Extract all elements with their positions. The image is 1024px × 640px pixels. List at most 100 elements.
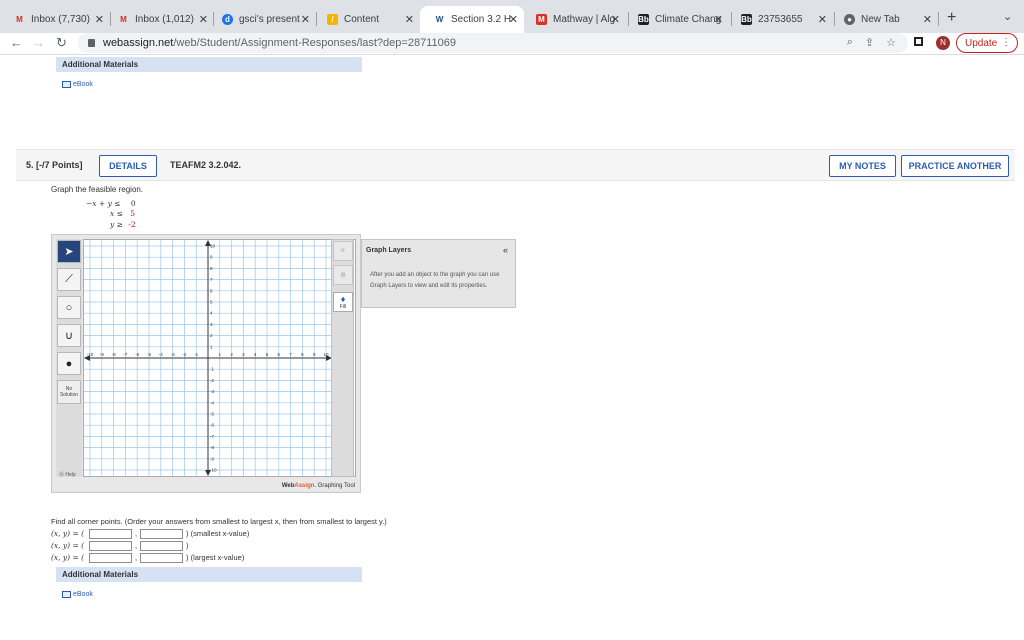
share-icon[interactable]: ⇪	[865, 36, 874, 49]
lock-icon	[88, 39, 95, 47]
webassign-icon: W	[435, 15, 444, 24]
question-prompt: Graph the feasible region.	[51, 185, 144, 194]
delete-button[interactable]: ▥	[333, 265, 353, 285]
details-button[interactable]: DETAILS	[99, 155, 157, 177]
tab-23753655[interactable]: Bb 23753655 ✕	[727, 6, 833, 33]
tab-new-tab[interactable]: ● New Tab ✕	[830, 6, 938, 33]
x-tick-label: 5	[266, 352, 269, 357]
x-tick-label: -8	[112, 352, 116, 357]
ebook-link[interactable]: eBook	[62, 81, 93, 88]
tab-climate[interactable]: Bb Climate Chang ✕	[624, 6, 729, 33]
book-icon	[62, 591, 71, 598]
additional-materials-header: Additional Materials	[56, 567, 362, 582]
corner-point-row: (x, y) = ( , )	[51, 540, 189, 551]
tab-search-icon[interactable]: ⌄	[1003, 10, 1012, 23]
corner-point-2-x-input[interactable]	[89, 540, 132, 551]
x-tick-label: -5	[147, 352, 151, 357]
tab-section-3-2[interactable]: W Section 3.2 H ✕	[420, 6, 524, 33]
close-icon[interactable]: ✕	[818, 13, 827, 26]
close-icon[interactable]: ✕	[301, 13, 310, 26]
question-code: TEAFM2 3.2.042.	[170, 160, 242, 170]
update-button[interactable]: Update ⋮	[956, 33, 1018, 53]
fill-button[interactable]: ♦ Fill	[333, 292, 353, 312]
help-link[interactable]: ⓪ Help	[59, 471, 76, 478]
graphing-tool: ➤ ⟋ ○ ∪ ● No Solution ⓪ Help -10 -9 -8 -7 -6…	[51, 234, 361, 493]
circle-icon: ○	[65, 301, 73, 314]
cursor-icon: ➤	[64, 246, 74, 258]
new-tab-button[interactable]: +	[947, 9, 956, 27]
blackboard-icon: Bb	[741, 14, 752, 25]
close-icon[interactable]: ✕	[95, 13, 104, 26]
ebook-link[interactable]: eBook	[62, 591, 93, 598]
book-icon	[62, 81, 71, 88]
tab-mathway[interactable]: M Mathway | Alg ✕	[522, 6, 626, 33]
graph-layers-title: Graph Layers	[366, 247, 412, 254]
zoom-icon[interactable]: ⌕	[847, 36, 853, 49]
y-tick-label: -6	[210, 423, 214, 428]
practice-another-button[interactable]: PRACTICE ANOTHER	[901, 155, 1009, 177]
forward-icon[interactable]: →	[32, 35, 45, 50]
graph-layers-help-text: After you add an object to the graph you…	[370, 272, 500, 289]
address-bar[interactable]: webassign.net/web/Student/Assignment-Res…	[78, 33, 908, 53]
question-header: 5. [-/7 Points] DETAILS TEAFM2 3.2.042. …	[16, 149, 1015, 181]
parabola-tool-button[interactable]: ∪	[57, 324, 81, 347]
point-tool-button[interactable]: ●	[57, 352, 81, 375]
tab-gsci[interactable]: d gsci's present ✕	[208, 6, 316, 33]
corner-point-1-x-input[interactable]	[89, 528, 132, 539]
collapse-icon[interactable]: «	[503, 245, 508, 255]
my-notes-button[interactable]: MY NOTES	[829, 155, 896, 177]
y-tick-label: -2	[210, 378, 214, 383]
coordinate-grid: -10 -9 -8 -7 -6 -5 -4 -3 -2 -1 1 2 3 4 5 6 7 8 9 1010987654…	[84, 240, 332, 476]
clear-all-button[interactable]: ⟳	[333, 241, 353, 261]
y-tick-label: -4	[210, 400, 214, 405]
close-icon[interactable]: ✕	[199, 13, 208, 26]
y-tick-label: -9	[210, 456, 214, 461]
pointer-tool-button[interactable]: ➤	[57, 240, 81, 263]
gsci-icon: d	[222, 14, 233, 25]
bookmark-star-icon[interactable]: ☆	[886, 36, 896, 49]
y-tick-label: -10	[210, 468, 217, 473]
reload-icon[interactable]: ↻	[56, 35, 67, 51]
browser-tab-bar: M Inbox (7,730) ✕ M Inbox (1,012) ✕ d gs…	[0, 0, 1024, 33]
y-tick-label: -1	[210, 367, 214, 372]
tool-palette: ➤ ⟋ ○ ∪ ● No Solution ⓪ Help	[56, 239, 82, 478]
y-tick-label: 10	[210, 244, 216, 249]
x-tick-label: 6	[278, 352, 281, 357]
corner-point-3-x-input[interactable]	[89, 552, 132, 563]
corner-point-3-y-input[interactable]	[140, 552, 183, 563]
line-tool-button[interactable]: ⟋	[57, 268, 81, 291]
chrome-icon: ●	[844, 14, 855, 25]
avatar[interactable]: N	[936, 36, 950, 50]
gmail-icon: M	[120, 15, 127, 24]
corner-point-2-y-input[interactable]	[140, 540, 183, 551]
corner-point-1-y-input[interactable]	[140, 528, 183, 539]
mathway-icon: M	[536, 14, 547, 25]
question-number: 5. [-/7 Points]	[26, 160, 83, 170]
sidepanel-icon[interactable]	[914, 37, 923, 46]
tab-inbox-2[interactable]: M Inbox (1,012) ✕	[104, 6, 214, 33]
x-tick-label: 9	[313, 352, 316, 357]
x-tick-label: -9	[100, 352, 104, 357]
point-icon: ●	[65, 357, 73, 370]
tab-content[interactable]: / Content ✕	[313, 6, 420, 33]
gmail-icon: M	[16, 15, 23, 24]
x-tick-label: -3	[171, 352, 175, 357]
back-icon[interactable]: ←	[10, 35, 23, 50]
y-tick-label: -5	[210, 412, 214, 417]
x-tick-label: 1	[219, 352, 222, 357]
close-icon[interactable]: ✕	[923, 13, 932, 26]
no-solution-button[interactable]: No Solution	[57, 380, 81, 404]
x-tick-label: 3	[242, 352, 245, 357]
y-tick-label: -7	[210, 434, 214, 439]
close-icon[interactable]: ✕	[405, 13, 414, 26]
close-icon[interactable]: ✕	[611, 13, 620, 26]
graph-canvas[interactable]: -10 -9 -8 -7 -6 -5 -4 -3 -2 -1 1 2 3 4 5 6 7 8 9 10 10 9 8 7 6 5 4…	[83, 239, 356, 477]
circle-tool-button[interactable]: ○	[57, 296, 81, 319]
tab-inbox-1[interactable]: M Inbox (7,730) ✕	[0, 6, 110, 33]
trash-icon: ▥	[340, 272, 346, 278]
corner-point-row: (x, y) = ( , ) (largest x-value)	[51, 552, 245, 563]
close-icon[interactable]: ✕	[714, 13, 723, 26]
close-icon[interactable]: ✕	[509, 13, 518, 26]
x-tick-label: -1	[194, 352, 198, 357]
y-tick-label: -8	[210, 445, 214, 450]
